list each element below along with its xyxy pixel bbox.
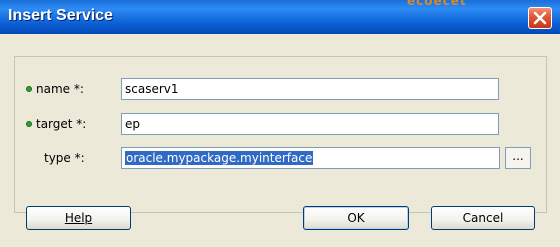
title-bar[interactable]: ecoecet Insert Service: [0, 0, 560, 34]
type-input[interactable]: oracle.mypackage.myinterface: [121, 147, 500, 169]
help-button[interactable]: Help: [26, 206, 131, 230]
name-label-row: name *:: [26, 82, 84, 96]
required-indicator-icon: [26, 120, 32, 127]
ok-label: OK: [347, 211, 365, 225]
name-value: scaserv1: [125, 82, 179, 96]
close-icon: [533, 11, 547, 25]
required-indicator-icon: [26, 85, 32, 92]
window-title: Insert Service: [8, 7, 113, 24]
cancel-label: Cancel: [462, 211, 504, 225]
target-value: ep: [125, 117, 140, 131]
name-label: name *:: [36, 82, 84, 96]
type-label: type *:: [44, 151, 85, 165]
help-label: Help: [64, 211, 93, 225]
target-input[interactable]: ep: [121, 113, 499, 135]
target-label: target *:: [36, 117, 87, 131]
ghost-text: ecoecet: [407, 0, 467, 8]
cancel-button[interactable]: Cancel: [431, 206, 535, 230]
type-value: oracle.mypackage.myinterface: [125, 151, 314, 165]
name-input[interactable]: scaserv1: [121, 78, 499, 100]
close-button[interactable]: [528, 7, 552, 29]
target-label-row: target *:: [26, 117, 86, 131]
browse-button[interactable]: ...: [505, 147, 531, 169]
ok-button[interactable]: OK: [303, 206, 409, 230]
